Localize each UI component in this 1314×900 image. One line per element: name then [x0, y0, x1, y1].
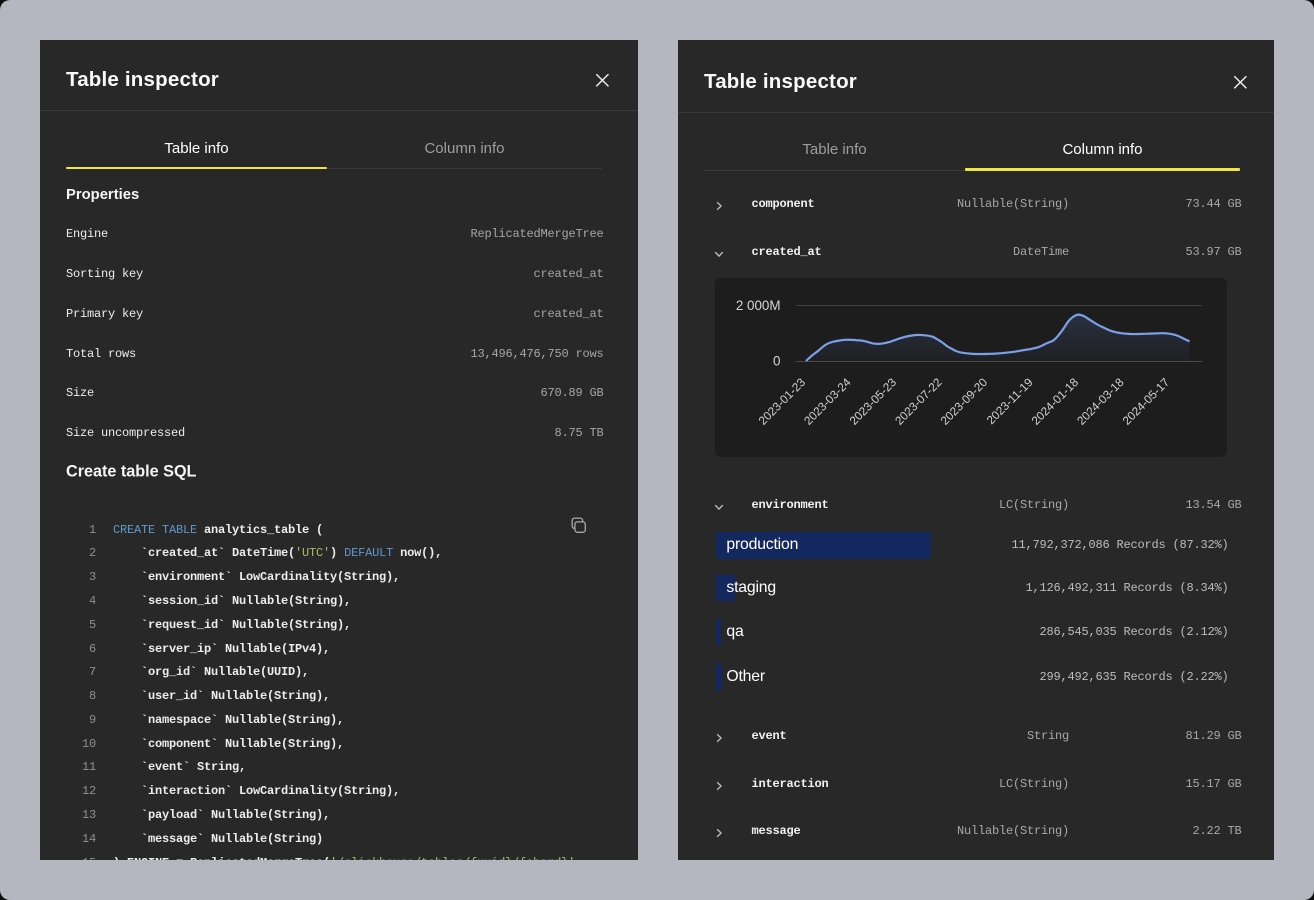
svg-text:2024-03-18: 2024-03-18: [1074, 375, 1127, 428]
svg-text:2023-03-24: 2023-03-24: [801, 375, 854, 428]
svg-text:2023-07-22: 2023-07-22: [892, 375, 945, 428]
svg-text:2023-05-23: 2023-05-23: [847, 375, 900, 428]
svg-text:2024-01-18: 2024-01-18: [1029, 375, 1082, 428]
svg-text:2 000M: 2 000M: [736, 298, 781, 313]
svg-text:2023-11-19: 2023-11-19: [984, 375, 1036, 427]
svg-text:2023-01-23: 2023-01-23: [756, 375, 809, 428]
svg-text:2023-09-20: 2023-09-20: [938, 375, 991, 428]
svg-text:2024-05-17: 2024-05-17: [1120, 375, 1173, 428]
svg-text:0: 0: [773, 354, 780, 369]
